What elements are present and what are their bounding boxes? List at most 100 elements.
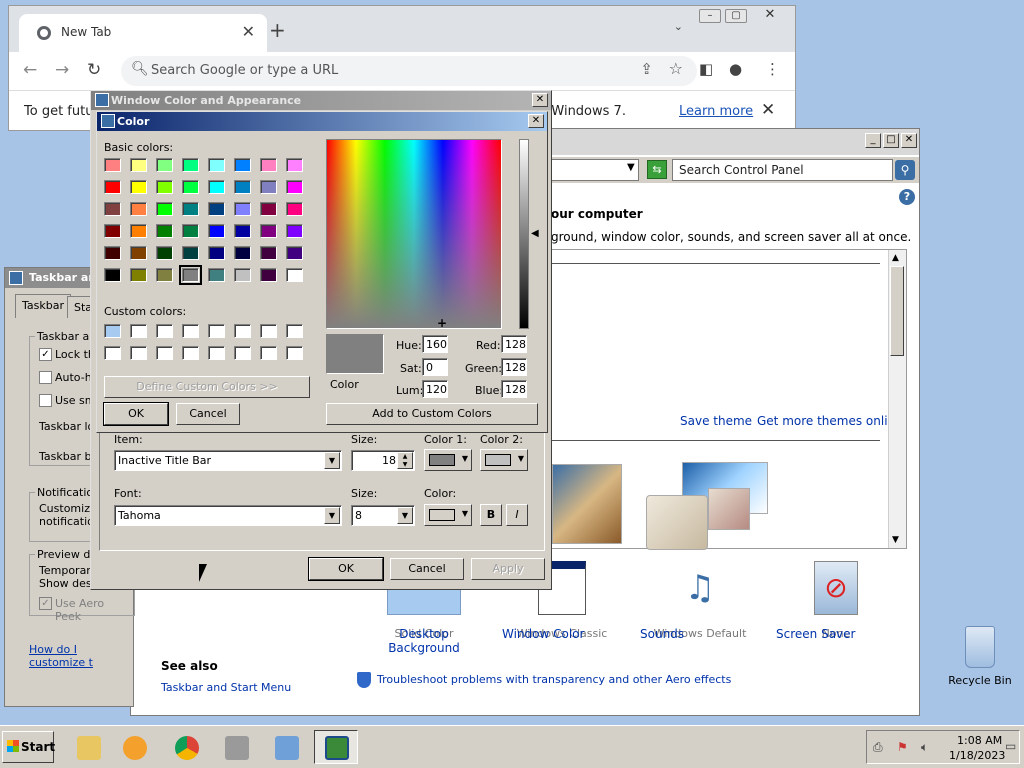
custom-color-swatch[interactable] (130, 324, 147, 338)
back-icon[interactable]: ← (23, 60, 37, 80)
help-icon[interactable]: ? (899, 189, 915, 205)
aero-peek-checkbox[interactable]: ✓ (39, 597, 52, 610)
taskbar-properties[interactable] (214, 730, 258, 764)
basic-color-swatch[interactable] (286, 268, 303, 282)
basic-color-swatch[interactable] (130, 158, 147, 172)
screen-saver-tile[interactable]: ⊘ Screen Saver None (776, 561, 896, 641)
side-panel-icon[interactable]: ◧ (699, 60, 713, 78)
recycle-bin[interactable]: Recycle Bin (940, 626, 1020, 687)
learn-more-link[interactable]: Learn more (679, 104, 753, 119)
theme-thumbnail[interactable] (646, 495, 708, 550)
basic-color-swatch[interactable] (286, 224, 303, 238)
basic-color-swatch[interactable] (130, 224, 147, 238)
basic-color-swatch[interactable] (208, 158, 225, 172)
hue-input[interactable]: 160 (422, 335, 448, 353)
basic-color-swatch[interactable] (208, 180, 225, 194)
scroll-down-icon[interactable]: ▼ (892, 535, 899, 545)
search-input[interactable]: Search Control Panel (672, 159, 893, 181)
bookmark-star-icon[interactable]: ☆ (669, 59, 683, 78)
auto-hide-checkbox[interactable] (39, 371, 52, 384)
basic-color-swatch[interactable] (156, 246, 173, 260)
basic-color-swatch[interactable] (182, 246, 199, 260)
chevron-down-icon[interactable]: ▼ (324, 507, 340, 524)
apply-button[interactable]: Apply (471, 558, 545, 580)
scroll-up-icon[interactable]: ▲ (892, 253, 899, 263)
close-tab-icon[interactable]: ✕ (242, 22, 255, 41)
green-input[interactable]: 128 (501, 358, 527, 376)
basic-color-swatch[interactable] (130, 202, 147, 216)
lock-taskbar-checkbox[interactable]: ✓ (39, 348, 52, 361)
blue-input[interactable]: 128 (501, 380, 527, 398)
red-input[interactable]: 128 (501, 335, 527, 353)
action-center-icon[interactable]: ⚑ (897, 740, 908, 754)
basic-color-swatch[interactable] (234, 202, 251, 216)
customize-help-link[interactable]: How do I customize t (29, 643, 133, 669)
tab-search-chevron-icon[interactable]: ⌄ (674, 20, 683, 33)
basic-color-swatch[interactable] (179, 265, 202, 285)
custom-color-swatch[interactable] (260, 346, 277, 360)
address-dropdown-icon[interactable]: ▼ (627, 162, 635, 173)
custom-color-swatch[interactable] (208, 346, 225, 360)
spinner-arrows-icon[interactable]: ▲ ▼ (397, 452, 413, 469)
custom-color-swatch[interactable] (182, 324, 199, 338)
lum-input[interactable]: 120 (422, 380, 448, 398)
theme-thumbnail[interactable] (552, 464, 622, 544)
add-to-custom-colors-button[interactable]: Add to Custom Colors (326, 403, 538, 425)
taskbar-control-panel[interactable] (264, 730, 308, 764)
basic-color-swatch[interactable] (286, 202, 303, 216)
save-theme-link[interactable]: Save theme (680, 414, 752, 428)
basic-color-swatch[interactable] (182, 180, 199, 194)
bold-button[interactable]: B (480, 504, 502, 526)
color-spectrum[interactable] (326, 139, 502, 329)
sat-input[interactable]: 0 (422, 358, 448, 376)
basic-color-swatch[interactable] (182, 158, 199, 172)
close-button[interactable]: ✕ (901, 133, 917, 148)
basic-color-swatch[interactable] (260, 268, 277, 282)
infobar-close-icon[interactable]: ✕ (761, 100, 775, 120)
theme-list[interactable]: Save theme Get more themes online ▲ ▼ (551, 249, 907, 550)
basic-color-swatch[interactable] (104, 158, 121, 172)
font-select[interactable]: Tahoma ▼ (114, 505, 342, 526)
clock-time[interactable]: 1:08 AM (957, 734, 1002, 747)
custom-color-swatch[interactable] (182, 346, 199, 360)
luminance-slider[interactable] (519, 139, 529, 329)
cancel-button[interactable]: Cancel (390, 558, 464, 580)
basic-color-swatch[interactable] (156, 180, 173, 194)
basic-color-swatch[interactable] (286, 246, 303, 260)
size-spinner[interactable]: 18 ▲ ▼ (351, 450, 415, 471)
close-button[interactable]: ✕ (532, 93, 548, 107)
basic-color-swatch[interactable] (104, 224, 121, 238)
search-icon[interactable]: ⚲ (895, 160, 915, 180)
omnibox[interactable]: 🔍︎ Search Google or type a URL ⇪ ☆ (121, 56, 697, 86)
taskbar-media-player[interactable] (112, 730, 156, 764)
minimize-button[interactable]: – (699, 9, 721, 23)
custom-color-swatch[interactable] (156, 346, 173, 360)
basic-color-swatch[interactable] (260, 224, 277, 238)
font-size-select[interactable]: 8 ▼ (351, 505, 415, 526)
basic-color-swatch[interactable] (104, 246, 121, 260)
custom-color-swatch[interactable] (286, 346, 303, 360)
basic-color-swatch[interactable] (260, 246, 277, 260)
close-window-button[interactable]: ✕ (759, 8, 781, 23)
taskbar-explorer[interactable] (66, 730, 110, 764)
tab-taskbar[interactable]: Taskbar (15, 294, 71, 318)
basic-color-swatch[interactable] (208, 202, 225, 216)
ok-button[interactable]: OK (308, 557, 384, 581)
basic-color-swatch[interactable] (286, 180, 303, 194)
item-select[interactable]: Inactive Title Bar ▼ (114, 450, 342, 471)
basic-color-swatch[interactable] (156, 268, 173, 282)
theme-thumbnail[interactable] (708, 488, 750, 530)
italic-button[interactable]: I (506, 504, 528, 526)
basic-color-swatch[interactable] (182, 224, 199, 238)
tab-new-tab[interactable]: New Tab ✕ (19, 14, 267, 52)
new-tab-button[interactable]: + (269, 18, 286, 42)
troubleshoot-link[interactable]: Troubleshoot problems with transparency … (377, 673, 731, 686)
basic-color-swatch[interactable] (130, 268, 147, 282)
close-button[interactable]: ✕ (528, 114, 544, 128)
basic-color-swatch[interactable] (130, 246, 147, 260)
taskbar-window-color[interactable] (314, 730, 358, 764)
show-desktop-icon[interactable]: ▭ (1005, 739, 1016, 753)
basic-color-swatch[interactable] (104, 268, 121, 282)
luminance-arrow-icon[interactable]: ◀ (531, 228, 539, 239)
basic-color-swatch[interactable] (234, 180, 251, 194)
